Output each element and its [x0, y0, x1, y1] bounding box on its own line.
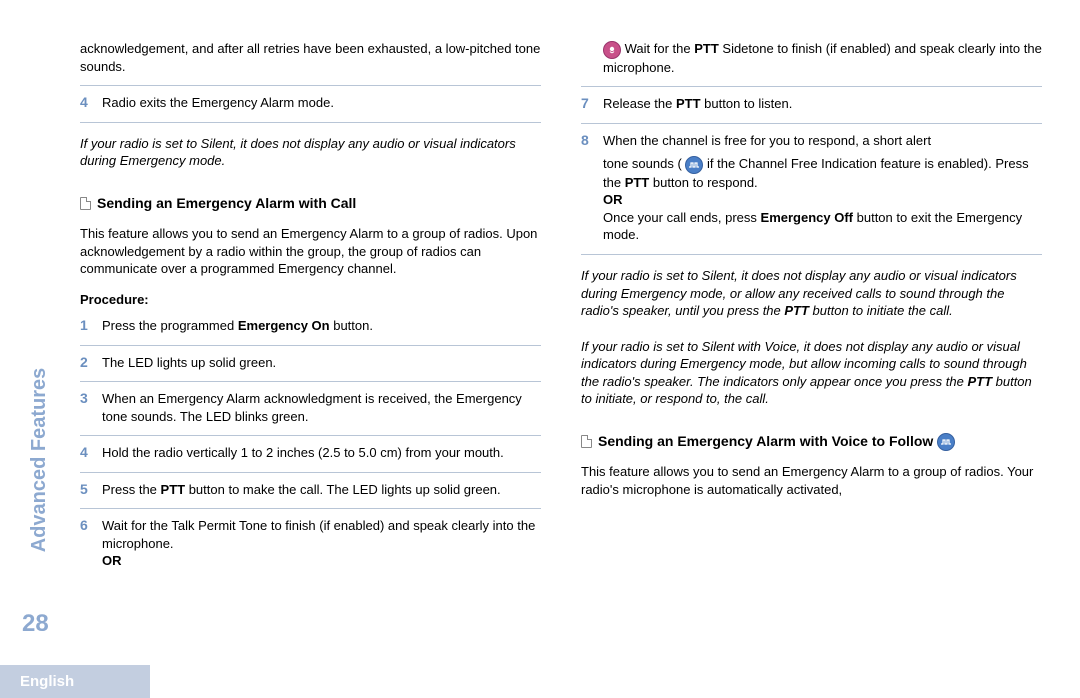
procedure-step-4: 4 Hold the radio vertically 1 to 2 inche… — [80, 442, 541, 466]
step-number: 7 — [581, 95, 595, 113]
step-number: 4 — [80, 94, 94, 112]
divider — [80, 435, 541, 436]
step-number: 4 — [80, 444, 94, 462]
step-4-exit: 4 Radio exits the Emergency Alarm mode. — [80, 92, 541, 116]
step-text: Wait for the PTT Sidetone to finish (if … — [603, 40, 1042, 76]
procedure-step-5: 5 Press the PTT button to make the call.… — [80, 479, 541, 503]
tone-icon — [685, 156, 703, 174]
procedure-step-8: 8 When the channel is free for you to re… — [581, 130, 1042, 248]
left-column: acknowledgement, and after all retries h… — [80, 38, 541, 640]
step-text: Hold the radio vertically 1 to 2 inches … — [102, 444, 541, 462]
step-text: Press the programmed Emergency On button… — [102, 317, 541, 335]
step-number: 2 — [80, 354, 94, 372]
page-number: 28 — [22, 610, 49, 638]
step-number: 6 — [80, 517, 94, 570]
step-text: Release the PTT button to listen. — [603, 95, 1042, 113]
mic-icon — [603, 41, 621, 59]
section-heading-alarm-call: Sending an Emergency Alarm with Call — [80, 182, 541, 218]
procedure-step-1: 1 Press the programmed Emergency On butt… — [80, 315, 541, 339]
icon-wait-line: Wait for the PTT Sidetone to finish (if … — [581, 38, 1042, 80]
step-text: Wait for the Talk Permit Tone to finish … — [102, 517, 541, 570]
divider — [581, 86, 1042, 87]
section-title: Sending an Emergency Alarm with Call — [97, 194, 356, 214]
step-number: 3 — [80, 390, 94, 425]
step-text: Radio exits the Emergency Alarm mode. — [102, 94, 541, 112]
step-text: Press the PTT button to make the call. T… — [102, 481, 541, 499]
procedure-step-3: 3 When an Emergency Alarm acknowledgment… — [80, 388, 541, 429]
divider — [80, 381, 541, 382]
divider — [581, 123, 1042, 124]
step-text: When the channel is free for you to resp… — [603, 132, 1042, 244]
procedure-step-2: 2 The LED lights up solid green. — [80, 352, 541, 376]
silent-note: If your radio is set to Silent, it does … — [80, 129, 541, 176]
step-number: 1 — [80, 317, 94, 335]
divider — [80, 122, 541, 123]
divider — [80, 508, 541, 509]
procedure-step-6: 6 Wait for the Talk Permit Tone to finis… — [80, 515, 541, 574]
silent-note-1: If your radio is set to Silent, it does … — [581, 261, 1042, 326]
page-content: acknowledgement, and after all retries h… — [0, 0, 1080, 640]
side-section-title: Advanced Features — [28, 330, 51, 590]
continued-text: acknowledgement, and after all retries h… — [80, 40, 541, 75]
divider — [80, 472, 541, 473]
language-bar: English — [0, 665, 150, 698]
voice-follow-icon — [937, 433, 955, 451]
section-heading-voice-follow: Sending an Emergency Alarm with Voice to… — [581, 420, 1042, 456]
step-number: 5 — [80, 481, 94, 499]
step-text: The LED lights up solid green. — [102, 354, 541, 372]
divider — [80, 85, 541, 86]
step-number: 8 — [581, 132, 595, 244]
document-icon — [80, 197, 91, 210]
right-column: Wait for the PTT Sidetone to finish (if … — [581, 38, 1042, 640]
procedure-label: Procedure: — [80, 286, 541, 309]
document-icon — [581, 435, 592, 448]
spacer — [581, 40, 595, 76]
section-intro: This feature allows you to send an Emerg… — [80, 223, 541, 280]
divider — [581, 254, 1042, 255]
section2-intro: This feature allows you to send an Emerg… — [581, 461, 1042, 500]
step-text: When an Emergency Alarm acknowledgment i… — [102, 390, 541, 425]
continued-step: acknowledgement, and after all retries h… — [80, 38, 541, 79]
silent-note-2: If your radio is set to Silent with Voic… — [581, 332, 1042, 414]
section-title: Sending an Emergency Alarm with Voice to… — [598, 433, 937, 449]
divider — [80, 345, 541, 346]
procedure-step-7: 7 Release the PTT button to listen. — [581, 93, 1042, 117]
